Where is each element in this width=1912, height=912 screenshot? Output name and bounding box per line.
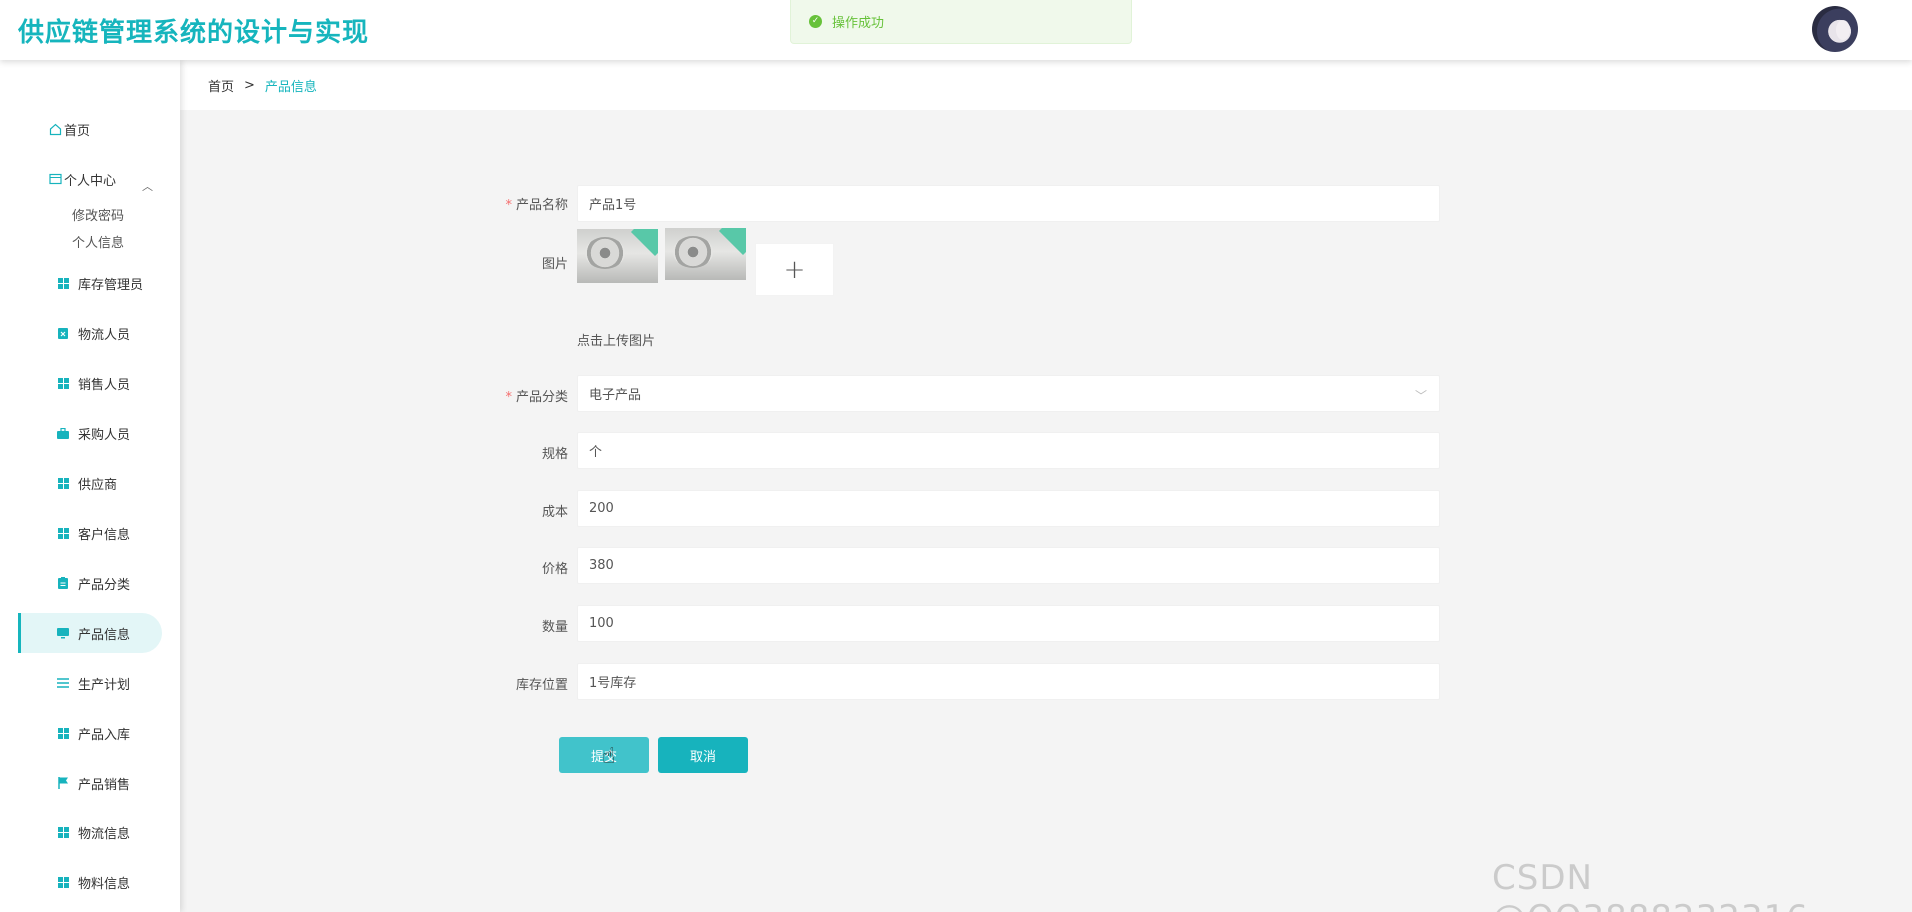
flag-icon: [56, 776, 70, 790]
sidebar-item-logistics-staff[interactable]: 物流人员: [18, 313, 162, 353]
sidebar-item-label: 生产计划: [78, 677, 131, 693]
sidebar-item-label: 销售人员: [78, 377, 131, 393]
sidebar-item-label: 物料信息: [78, 876, 131, 892]
sidebar-subitem-change-password[interactable]: 修改密码: [72, 205, 124, 224]
cost-input[interactable]: 200: [577, 490, 1440, 527]
chevron-up-icon[interactable]: ︿: [142, 178, 153, 194]
category-select[interactable]: 电子产品 ﹀: [577, 375, 1440, 412]
sidebar-item-personal-center[interactable]: 个人中心: [18, 159, 162, 199]
sidebar-subitem-personal-info[interactable]: 个人信息: [72, 232, 124, 251]
sidebar-item-label: 物流信息: [78, 826, 131, 842]
required-mark: *: [505, 198, 512, 213]
sidebar-item-production-plan[interactable]: 生产计划: [18, 663, 162, 703]
location-input[interactable]: 1号库存: [577, 663, 1440, 700]
app-title: 供应链管理系统的设计与实现: [18, 18, 370, 48]
uploaded-image-2[interactable]: [665, 228, 746, 280]
id-card-icon: [48, 172, 62, 186]
sidebar: 首页 个人中心 ︿ 修改密码 个人信息 库存管理员 物流人员 销售人员 采购人员…: [0, 60, 180, 912]
spec-label: 规格: [541, 447, 568, 462]
grid-icon: [56, 276, 70, 290]
breadcrumb-separator: >: [244, 77, 255, 93]
sidebar-item-supplier[interactable]: 供应商: [18, 463, 162, 503]
product-name-label: * 产品名称: [505, 198, 568, 213]
sidebar-item-label: 产品销售: [78, 777, 131, 793]
sidebar-item-inventory-manager[interactable]: 库存管理员: [18, 263, 162, 303]
quantity-label: 数量: [541, 620, 568, 635]
user-avatar[interactable]: [1812, 6, 1858, 52]
uploaded-badge-icon: [718, 228, 746, 256]
sidebar-item-purchasing-staff[interactable]: 采购人员: [18, 413, 162, 453]
cancel-button[interactable]: 取消: [658, 737, 748, 773]
sidebar-item-product-sales[interactable]: 产品销售: [18, 763, 162, 803]
clipboard-icon: [56, 576, 70, 590]
uploaded-image-1[interactable]: [577, 229, 658, 283]
sidebar-item-label: 物流人员: [78, 327, 131, 343]
chevron-down-icon: ﹀: [1414, 389, 1427, 403]
required-mark: *: [505, 390, 512, 405]
breadcrumb-current: 产品信息: [264, 79, 317, 95]
monitor-icon: [56, 626, 70, 640]
product-name-input[interactable]: 产品1号: [577, 185, 1440, 222]
sidebar-item-label: 供应商: [78, 477, 118, 493]
sidebar-item-product-inbound[interactable]: 产品入库: [18, 713, 162, 753]
spec-input[interactable]: 个: [577, 432, 1440, 469]
sidebar-item-material-info[interactable]: 物料信息: [18, 862, 162, 902]
check-circle-icon: ✓: [809, 15, 822, 28]
sidebar-item-label: 产品分类: [78, 577, 131, 593]
image-label: 图片: [541, 257, 568, 272]
sidebar-item-label: 产品信息: [78, 627, 131, 643]
watermark: CSDN @QQ3888232316: [1492, 858, 1808, 912]
grid-icon: [56, 476, 70, 490]
sidebar-item-product-info[interactable]: 产品信息: [18, 613, 162, 653]
sidebar-item-label: 库存管理员: [78, 277, 144, 293]
sidebar-item-label: 产品入库: [78, 727, 131, 743]
upload-image-button[interactable]: +: [755, 243, 834, 296]
location-label: 库存位置: [515, 678, 568, 693]
home-icon: [48, 122, 62, 136]
price-label: 价格: [541, 562, 568, 577]
price-input[interactable]: 380: [577, 547, 1440, 584]
grid-icon: [56, 875, 70, 889]
breadcrumb: 首页 > 产品信息: [180, 60, 1912, 110]
list-icon: [56, 676, 70, 690]
briefcase-icon: [56, 426, 70, 440]
sidebar-item-customer-info[interactable]: 客户信息: [18, 513, 162, 553]
uploaded-badge-icon: [630, 229, 658, 257]
hand-cursor-icon: ☝: [602, 744, 616, 769]
sidebar-item-home[interactable]: 首页: [18, 109, 162, 149]
sidebar-item-product-category[interactable]: 产品分类: [18, 563, 162, 603]
category-label: * 产品分类: [505, 390, 568, 405]
success-toast: ✓ 操作成功: [790, 0, 1132, 44]
quantity-input[interactable]: 100: [577, 605, 1440, 642]
toast-message: 操作成功: [832, 16, 885, 31]
grid-icon: [56, 726, 70, 740]
sidebar-item-label: 首页: [64, 123, 91, 139]
grid-icon: [56, 526, 70, 540]
sidebar-item-label: 采购人员: [78, 427, 131, 443]
grid-icon: [56, 825, 70, 839]
sidebar-item-label: 客户信息: [78, 527, 131, 543]
sidebar-item-label: 个人中心: [64, 173, 117, 189]
sidebar-item-logistics-info[interactable]: 物流信息: [18, 812, 162, 852]
grid-icon: [56, 376, 70, 390]
clipboard-x-icon: [56, 326, 70, 340]
breadcrumb-home[interactable]: 首页: [208, 76, 234, 95]
upload-hint: 点击上传图片: [577, 334, 656, 349]
sidebar-item-sales-staff[interactable]: 销售人员: [18, 363, 162, 403]
cost-label: 成本: [541, 505, 568, 520]
